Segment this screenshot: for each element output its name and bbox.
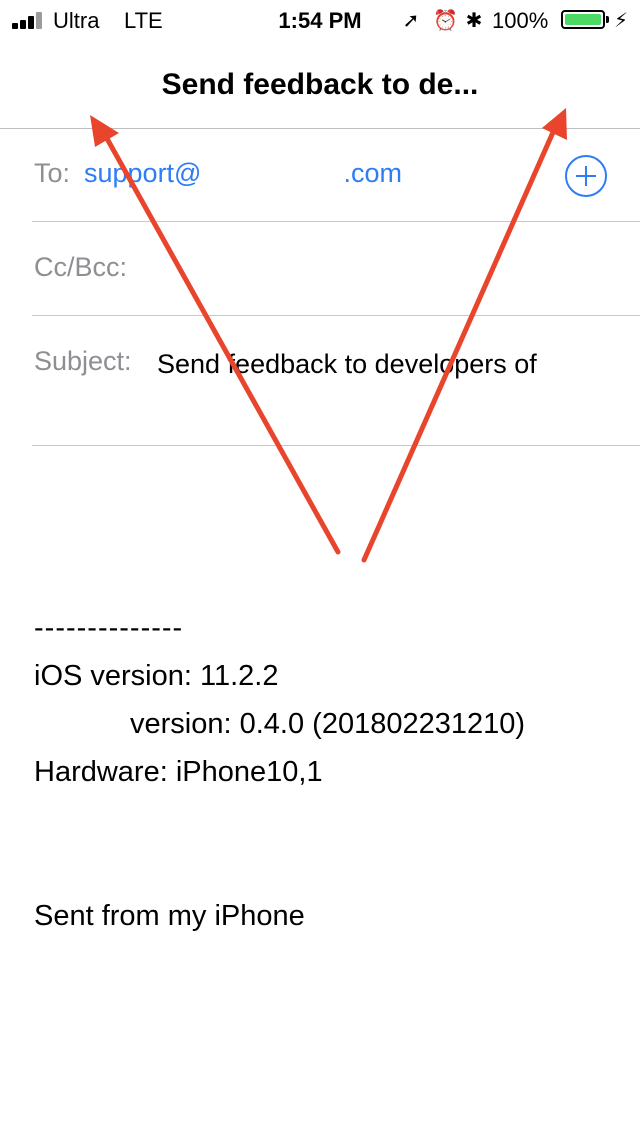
hardware-line[interactable]: Hardware: iPhone10,1 [34,756,323,789]
add-recipient-button[interactable] [565,155,607,197]
to-address-start: support@ [84,158,202,188]
divider [32,445,640,446]
nav-divider [0,128,640,129]
subject-label: Subject: [34,346,132,376]
divider [32,315,640,316]
battery-percent: 100% [492,8,549,33]
bluetooth-icon: ✱ [465,10,483,32]
app-version-line[interactable]: version: 0.4.0 (201802231210) [130,708,525,741]
status-bar: Ultra LTE 1:54 PM ➚ ⏰ ✱ 100% ⚡ [0,0,640,40]
battery-icon [561,10,609,29]
signature-line[interactable]: Sent from my iPhone [34,900,305,933]
divider [32,221,640,222]
charging-bolt-icon: ⚡ [614,10,629,32]
to-label: To: [34,158,71,188]
alarm-icon: ⏰ [433,10,458,32]
to-address-end: .com [343,158,402,188]
subject-field[interactable]: Send feedback to developers of [157,346,597,382]
cc-bcc-field[interactable]: Cc/Bcc: [34,252,127,283]
nav-title: Send feedback to de... [161,68,479,101]
body-separator[interactable]: -------------- [34,612,183,645]
to-field[interactable]: support@ .com [84,158,402,189]
ios-version-line[interactable]: iOS version: 11.2.2 [34,660,278,693]
location-icon: ➚ [402,10,420,32]
